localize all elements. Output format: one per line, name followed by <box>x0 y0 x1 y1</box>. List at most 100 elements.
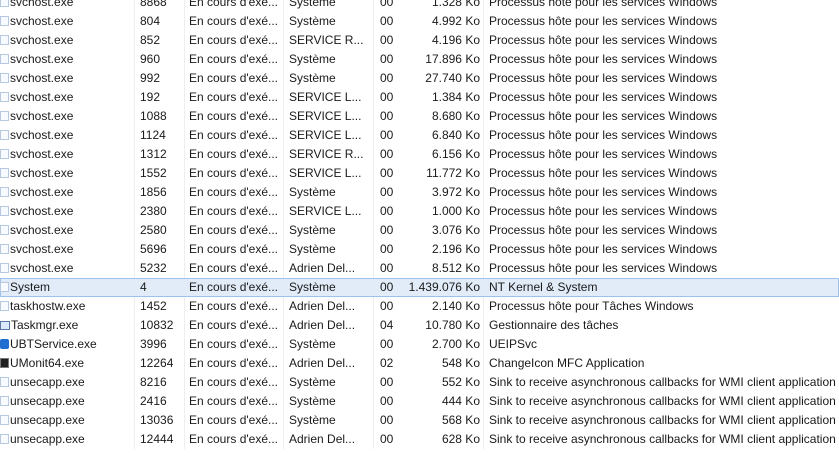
process-user-text: Système <box>289 242 336 256</box>
process-row[interactable]: svchost.exe 1124 En cours d'exé... SERVICE … <box>0 126 839 145</box>
process-pid-text: 10832 <box>140 318 174 332</box>
process-cpu-text: 00 <box>380 394 394 408</box>
process-cpu-text: 00 <box>380 166 394 180</box>
process-status-text: En cours d'exé... <box>189 223 279 237</box>
process-memory-text: 1.384 Ko <box>431 90 480 104</box>
process-row[interactable]: svchost.exe 1088 En cours d'exé... SERVICE … <box>0 107 839 126</box>
process-memory-text: 1.000 Ko <box>431 204 480 218</box>
process-status: En cours d'exé... <box>189 88 280 107</box>
process-status-text: En cours d'exé... <box>189 413 279 427</box>
process-memory-text: 2.140 Ko <box>431 299 480 313</box>
process-row[interactable]: unsecapp.exe 13036 En cours d'exé... Systèm… <box>0 411 839 430</box>
process-user-text: Système <box>289 52 336 66</box>
process-user-text: SERVICE R... <box>289 147 364 161</box>
process-status-text: En cours d'exé... <box>189 242 279 256</box>
process-cpu-text: 00 <box>380 109 394 123</box>
process-row[interactable]: svchost.exe 1312 En cours d'exé... SERVICE … <box>0 145 839 164</box>
process-pid-text: 1856 <box>140 185 167 199</box>
process-name: svchost.exe <box>0 31 132 50</box>
process-user: Système <box>289 0 367 12</box>
process-user: Système <box>289 183 367 202</box>
process-cpu-text: 00 <box>380 52 394 66</box>
process-memory: 568 Ko <box>404 411 480 430</box>
process-description: Sink to receive asynchronous callbacks f… <box>489 373 839 392</box>
process-user: SERVICE L... <box>289 88 367 107</box>
process-user: Système <box>289 12 367 31</box>
ubt-service-icon <box>0 339 9 349</box>
process-user: Système <box>289 221 367 240</box>
process-cpu: 00 <box>380 430 404 449</box>
process-user-text: Système <box>289 0 336 9</box>
process-memory-text: 568 Ko <box>441 413 480 427</box>
process-name: unsecapp.exe <box>0 373 132 392</box>
process-status: En cours d'exé... <box>189 107 280 126</box>
process-name: svchost.exe <box>0 126 132 145</box>
process-user: Système <box>289 373 367 392</box>
process-user-text: SERVICE L... <box>289 90 362 104</box>
process-description: Processus hôte pour les services Windows <box>489 31 839 50</box>
process-name: unsecapp.exe <box>0 430 132 449</box>
process-cpu: 00 <box>380 164 404 183</box>
process-row[interactable]: svchost.exe 2580 En cours d'exé... Système 0… <box>0 221 839 240</box>
process-name-text: svchost.exe <box>10 147 74 161</box>
process-status: En cours d'exé... <box>189 0 280 12</box>
process-status-text: En cours d'exé... <box>189 337 279 351</box>
process-pid: 1552 <box>140 164 182 183</box>
process-user-text: Système <box>289 223 336 237</box>
process-user-text: SERVICE L... <box>289 166 362 180</box>
generic-process-icon <box>0 396 9 406</box>
process-row[interactable]: svchost.exe 5232 En cours d'exé... Adrien D… <box>0 259 839 278</box>
process-row[interactable]: svchost.exe 1856 En cours d'exé... Système 0… <box>0 183 839 202</box>
process-memory: 552 Ko <box>404 373 480 392</box>
process-user-text: SERVICE L... <box>289 128 362 142</box>
process-user: Système <box>289 411 367 430</box>
process-pid: 1312 <box>140 145 182 164</box>
process-row[interactable]: unsecapp.exe 12444 En cours d'exé... Adrien… <box>0 430 839 449</box>
process-name-text: svchost.exe <box>10 14 74 28</box>
process-memory: 6.156 Ko <box>404 145 480 164</box>
process-memory: 3.972 Ko <box>404 183 480 202</box>
process-user-text: Adrien Del... <box>289 299 356 313</box>
process-row[interactable]: UBTService.exe 3996 En cours d'exé... Systè… <box>0 335 839 354</box>
process-status: En cours d'exé... <box>189 373 280 392</box>
process-row[interactable]: svchost.exe 804 En cours d'exé... Système 00… <box>0 12 839 31</box>
process-row[interactable]: svchost.exe 8868 En cours d'exé... Système 0… <box>0 0 839 12</box>
process-status-text: En cours d'exé... <box>189 14 279 28</box>
process-row[interactable]: UMonit64.exe 12264 En cours d'exé... Adrien… <box>0 354 839 373</box>
process-description: Processus hôte pour les services Windows <box>489 240 839 259</box>
process-memory: 444 Ko <box>404 392 480 411</box>
process-user: Adrien Del... <box>289 354 367 373</box>
process-row[interactable]: svchost.exe 852 En cours d'exé... SERVICE R… <box>0 31 839 50</box>
process-description: Processus hôte pour les services Windows <box>489 145 839 164</box>
process-row[interactable]: svchost.exe 192 En cours d'exé... SERVICE L… <box>0 88 839 107</box>
process-pid-text: 13036 <box>140 413 174 427</box>
process-row[interactable]: svchost.exe 992 En cours d'exé... Système 00… <box>0 69 839 88</box>
process-memory-text: 6.840 Ko <box>431 128 480 142</box>
process-row[interactable]: System 4 En cours d'exé... Système 00 1.439.0… <box>0 278 839 297</box>
process-status-text: En cours d'exé... <box>189 71 279 85</box>
process-row[interactable]: svchost.exe 5696 En cours d'exé... Système 0… <box>0 240 839 259</box>
process-status-text: En cours d'exé... <box>189 0 279 9</box>
process-description: Sink to receive asynchronous callbacks f… <box>489 430 839 449</box>
process-row[interactable]: svchost.exe 1552 En cours d'exé... SERVICE … <box>0 164 839 183</box>
process-memory-text: 1.439.076 Ko <box>408 280 480 294</box>
process-row[interactable]: taskhostw.exe 1452 En cours d'exé... Adrien… <box>0 297 839 316</box>
process-pid-text: 2416 <box>140 394 167 408</box>
process-row[interactable]: svchost.exe 960 En cours d'exé... Système 00… <box>0 50 839 69</box>
process-row[interactable]: unsecapp.exe 2416 En cours d'exé... Système… <box>0 392 839 411</box>
process-name-text: svchost.exe <box>10 33 74 47</box>
process-pid-text: 3996 <box>140 337 167 351</box>
process-memory-text: 4.196 Ko <box>431 33 480 47</box>
process-description: Processus hôte pour Tâches Windows <box>489 297 839 316</box>
process-pid-text: 1312 <box>140 147 167 161</box>
process-pid: 4 <box>140 278 182 297</box>
process-row[interactable]: Taskmgr.exe 10832 En cours d'exé... Adrien … <box>0 316 839 335</box>
process-row[interactable]: svchost.exe 2380 En cours d'exé... SERVICE … <box>0 202 839 221</box>
process-status: En cours d'exé... <box>189 164 280 183</box>
process-cpu: 00 <box>380 88 404 107</box>
process-name-text: Taskmgr.exe <box>11 318 79 332</box>
process-row[interactable]: unsecapp.exe 8216 En cours d'exé... Système… <box>0 373 839 392</box>
process-cpu: 00 <box>380 31 404 50</box>
process-pid: 10832 <box>140 316 182 335</box>
process-description-text: Processus hôte pour les services Windows <box>489 223 718 237</box>
